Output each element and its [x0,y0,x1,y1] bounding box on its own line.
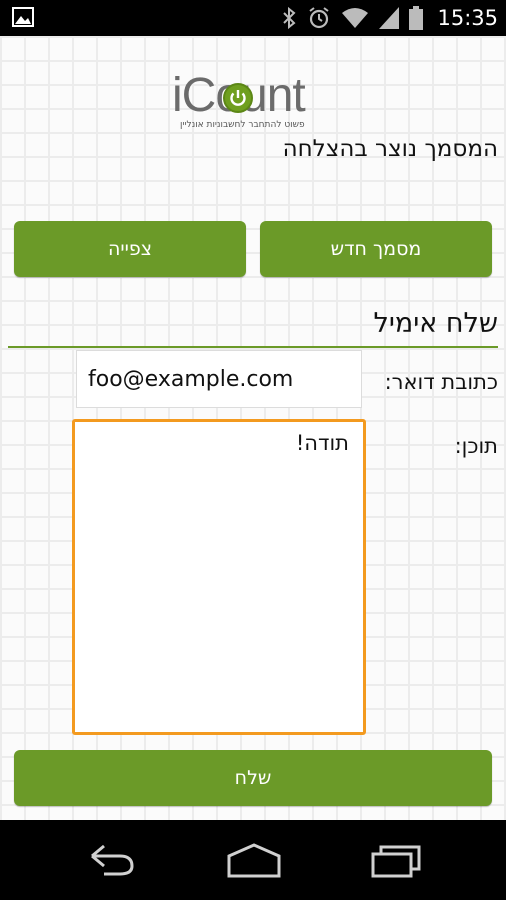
app-screen: iCount פשוט להתחבר לחשבוניות אונליין המס… [0,36,506,820]
signal-icon [379,7,400,29]
recent-apps-icon[interactable] [370,842,422,878]
back-icon[interactable] [84,842,138,878]
send-button[interactable]: שלח [14,750,492,806]
view-button[interactable]: צפייה [14,221,246,277]
section-divider [8,346,498,348]
navigation-bar [0,820,506,900]
logo-tagline: פשוט להתחבר לחשבוניות אונליין [180,120,305,130]
success-message: המסמך נוצר בהצלחה [282,136,498,162]
content-textarea[interactable]: תודה! [72,419,366,735]
gallery-icon [12,7,34,27]
status-bar: 15:35 [0,0,506,36]
send-email-title: שלח אימיל [373,308,498,339]
email-field[interactable]: foo@example.com [76,350,362,408]
clock: 15:35 [437,6,498,30]
new-document-button[interactable]: מסמך חדש [260,221,492,277]
battery-icon [409,6,424,30]
alarm-icon [309,7,330,29]
wifi-icon [342,8,369,28]
power-icon [223,83,253,113]
content-label: תוכן: [454,434,498,458]
bluetooth-icon [283,6,296,30]
email-label: כתובת דואר: [384,370,498,394]
home-icon[interactable] [226,842,282,878]
icount-logo: iCount פשוט להתחבר לחשבוניות אונליין [172,69,332,134]
